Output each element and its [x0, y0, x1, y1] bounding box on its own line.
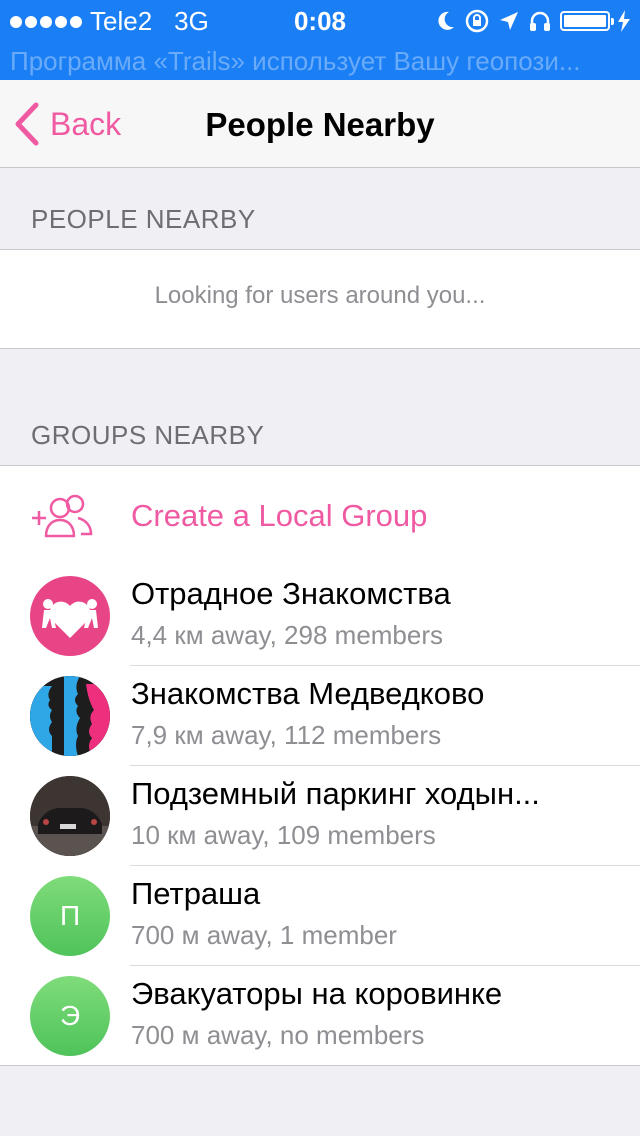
status-icons	[436, 8, 630, 34]
people-nearby-list: Looking for users around you...	[0, 249, 640, 349]
status-bar: Tele2 3G 0:08 Программа «Trails» использ…	[0, 0, 640, 80]
group-details: 4,4 км away, 298 members	[131, 620, 444, 650]
searching-status: Looking for users around you...	[154, 282, 486, 309]
group-row[interactable]: Э Эвакуаторы на коровинке 700 м away, no…	[0, 966, 640, 1066]
headphones-icon	[530, 11, 550, 31]
group-avatar	[30, 676, 110, 756]
group-details: 7,9 км away, 112 members	[131, 720, 442, 750]
group-details: 700 м away, no members	[131, 1020, 425, 1050]
profiles-image	[30, 676, 110, 756]
group-row[interactable]: Знакомства Медведково 7,9 км away, 112 m…	[0, 666, 640, 766]
groups-nearby-list: Create a Local Group Отрадное Знакомства…	[0, 465, 640, 1066]
group-name: Отрадное Знакомства	[131, 576, 451, 611]
add-group-icon	[32, 494, 93, 538]
group-name: Эвакуаторы на коровинке	[131, 976, 503, 1011]
hearts-couple-image	[42, 599, 98, 638]
group-row[interactable]: П Петраша 700 м away, 1 member	[0, 866, 640, 966]
car-photo	[30, 776, 110, 856]
page-title: People Nearby	[205, 106, 435, 143]
group-name: Подземный паркинг ходын...	[131, 776, 540, 811]
create-local-group-label: Create a Local Group	[131, 498, 428, 533]
location-arrow-icon	[500, 12, 518, 30]
location-usage-banner[interactable]: Программа «Trails» использует Вашу геопо…	[0, 42, 640, 80]
groups-nearby-header: GROUPS NEARBY	[31, 420, 265, 450]
group-details: 700 м away, 1 member	[131, 920, 397, 950]
navigation-bar: Back People Nearby	[0, 80, 640, 168]
people-nearby-header: PEOPLE NEARBY	[31, 204, 256, 234]
battery-icon	[560, 11, 614, 31]
create-local-group-button[interactable]: Create a Local Group	[0, 466, 640, 566]
group-avatar: П	[30, 876, 110, 956]
group-name: Знакомства Медведково	[131, 676, 485, 711]
group-details: 10 км away, 109 members	[131, 820, 436, 850]
group-name: Петраша	[131, 876, 261, 911]
rotation-lock-icon	[465, 9, 489, 33]
group-avatar	[30, 576, 110, 656]
group-row[interactable]: Отрадное Знакомства 4,4 км away, 298 mem…	[0, 566, 640, 666]
group-row[interactable]: Подземный паркинг ходын... 10 км away, 1…	[0, 766, 640, 866]
moon-icon	[438, 11, 454, 30]
group-avatar: Э	[30, 976, 110, 1056]
group-avatar	[30, 776, 110, 856]
charging-bolt-icon	[618, 10, 630, 32]
